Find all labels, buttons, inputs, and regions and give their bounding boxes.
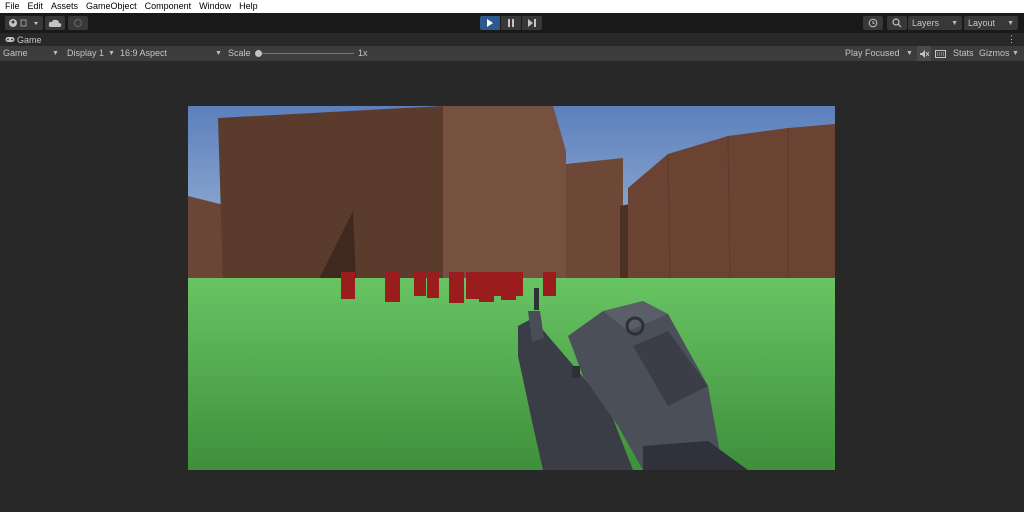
more-icon[interactable]: ⋮ <box>1007 33 1016 46</box>
mode-label: Game <box>3 48 28 58</box>
display-dropdown[interactable]: Display 1 <box>67 46 104 61</box>
display-label: Display 1 <box>67 48 105 58</box>
gizmos-label: Gizmos <box>979 48 1010 58</box>
menu-bar: File Edit Assets GameObject Component Wi… <box>0 0 1024 13</box>
game-viewport[interactable] <box>188 106 835 470</box>
scale-label: Scale <box>228 48 251 58</box>
mute-button[interactable] <box>917 46 931 61</box>
pause-icon <box>508 19 514 27</box>
history-button[interactable] <box>863 16 883 30</box>
mode-dropdown[interactable]: Game <box>3 46 28 61</box>
chevron-down-icon: ▼ <box>108 50 115 57</box>
cloud-icon <box>48 19 62 27</box>
play-focused-dropdown[interactable]: Play Focused <box>845 46 900 61</box>
chevron-down-icon: ▼ <box>52 50 59 57</box>
step-icon <box>527 19 536 27</box>
collab-icon <box>74 19 82 27</box>
gizmos-dropdown[interactable]: Gizmos <box>979 46 1010 61</box>
chevron-down-icon: ▼ <box>1007 19 1014 27</box>
account-button[interactable] <box>5 16 43 30</box>
aspect-label: 16:9 Aspect <box>120 48 168 58</box>
scale-slider[interactable] <box>255 50 354 57</box>
tab-game-label: Game <box>17 34 42 45</box>
account-icon <box>9 19 38 27</box>
wall-big-right <box>443 106 566 281</box>
layout-label: Layout <box>968 18 996 28</box>
tab-game[interactable]: Game <box>5 35 42 45</box>
search-icon <box>892 18 902 28</box>
keyboard-icon <box>935 49 946 58</box>
step-button[interactable] <box>522 16 542 30</box>
wall-mid <box>566 158 623 281</box>
menu-gameobject[interactable]: GameObject <box>82 0 141 13</box>
cloud-button[interactable] <box>45 16 65 30</box>
play-button[interactable] <box>480 16 500 30</box>
wall-big-left <box>218 106 443 281</box>
search-button[interactable] <box>887 16 907 30</box>
scale-slider-thumb[interactable] <box>255 50 262 57</box>
scale-value: 1x <box>358 48 368 58</box>
layers-label: Layers <box>912 18 940 28</box>
pause-button[interactable] <box>501 16 521 30</box>
play-controls <box>480 16 542 30</box>
menu-file[interactable]: File <box>0 0 24 13</box>
menu-window[interactable]: Window <box>195 0 235 13</box>
layout-dropdown[interactable]: Layout ▼ <box>964 16 1018 30</box>
chevron-down-icon: ▼ <box>951 19 958 27</box>
aspect-dropdown[interactable]: 16:9 Aspect <box>120 46 167 61</box>
layers-dropdown[interactable]: Layers ▼ <box>908 16 962 30</box>
play-focused-label: Play Focused <box>845 48 900 58</box>
chevron-down-icon: ▼ <box>215 50 222 57</box>
keyboard-button[interactable] <box>935 46 946 61</box>
history-icon <box>868 18 878 28</box>
game-toolbar: Game ▼ Display 1 ▼ 16:9 Aspect ▼ Scale 1… <box>0 46 1024 61</box>
menu-assets[interactable]: Assets <box>47 0 82 13</box>
chevron-down-icon: ▼ <box>1012 50 1019 57</box>
collab-button[interactable] <box>68 16 88 30</box>
play-icon <box>487 19 493 27</box>
gamepad-icon <box>5 37 15 42</box>
game-scene <box>188 106 835 470</box>
stats-button[interactable]: Stats <box>953 46 974 61</box>
ground <box>188 278 835 470</box>
chevron-down-icon: ▼ <box>906 50 913 57</box>
menu-help[interactable]: Help <box>235 0 262 13</box>
menu-component[interactable]: Component <box>141 0 196 13</box>
tab-bar: Game ⋮ <box>0 33 1024 46</box>
menu-edit[interactable]: Edit <box>24 0 48 13</box>
mute-icon <box>919 49 929 58</box>
